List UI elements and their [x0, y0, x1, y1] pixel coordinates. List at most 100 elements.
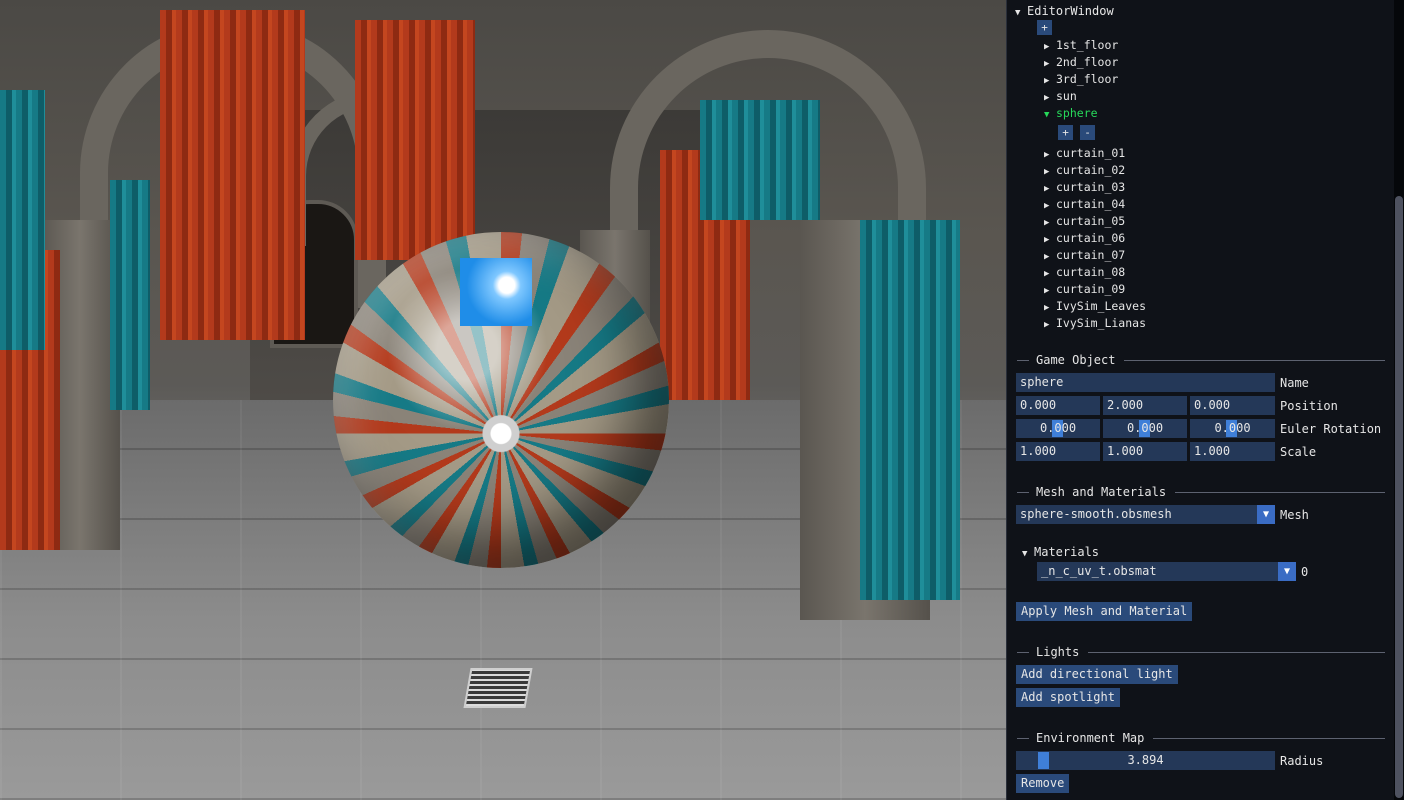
separator	[1153, 737, 1385, 739]
triangle-right-icon: ▶	[1044, 93, 1050, 103]
tree-item-label: curtain_05	[1056, 214, 1126, 228]
tree-item-curtain-03[interactable]: ▶ curtain_03	[1044, 180, 1125, 194]
combo-arrow-down-icon[interactable]: ▼	[1278, 562, 1296, 581]
scrollbar-thumb[interactable]	[1395, 196, 1403, 798]
add-root-object-button[interactable]: +	[1037, 20, 1052, 35]
section-title: Game Object	[1036, 353, 1116, 367]
tree-item-2nd-floor[interactable]: ▶ 2nd_floor	[1044, 55, 1118, 69]
add-directional-light-button[interactable]: Add directional light	[1016, 665, 1178, 684]
tree-item-label: 3rd_floor	[1056, 72, 1119, 86]
separator	[1017, 651, 1029, 653]
scale-z-input[interactable]: 1.000	[1190, 442, 1275, 461]
scale-y-input[interactable]: 1.000	[1103, 442, 1187, 461]
triangle-right-icon: ▶	[1044, 167, 1050, 177]
tree-item-label: curtain_04	[1056, 197, 1126, 211]
position-y-input[interactable]: 2.000	[1103, 396, 1187, 415]
tree-item-curtain-06[interactable]: ▶ curtain_06	[1044, 231, 1125, 245]
triangle-right-icon: ▶	[1044, 218, 1050, 228]
rotation-z-slider[interactable]: 0.000	[1190, 419, 1275, 438]
position-x-input[interactable]: 0.000	[1016, 396, 1100, 415]
curtain-teal-1	[0, 90, 45, 350]
tree-item-sun[interactable]: ▶ sun	[1044, 89, 1077, 103]
tree-item-sphere[interactable]: ▼ sphere	[1044, 106, 1098, 120]
radius-label: Radius	[1280, 754, 1324, 768]
remove-environment-map-button[interactable]: Remove	[1016, 774, 1070, 793]
triangle-right-icon: ▶	[1044, 150, 1050, 160]
tree-item-ivysim-leaves[interactable]: ▶ IvySim_Leaves	[1044, 299, 1146, 313]
material-combo[interactable]: _n_c_uv_t.obsmat ▼	[1037, 562, 1296, 581]
curtain-red-1	[160, 10, 305, 340]
remove-object-button[interactable]: -	[1080, 125, 1095, 140]
curtain-teal-4	[110, 180, 150, 410]
name-input[interactable]: sphere	[1016, 373, 1275, 392]
section-title: Mesh and Materials	[1036, 485, 1167, 499]
tree-item-curtain-04[interactable]: ▶ curtain_04	[1044, 197, 1125, 211]
tree-item-label: IvySim_Lianas	[1056, 316, 1147, 330]
material-index-label: 0	[1301, 565, 1309, 579]
triangle-right-icon: ▶	[1044, 59, 1050, 69]
tree-item-1st-floor[interactable]: ▶ 1st_floor	[1044, 38, 1118, 52]
triangle-right-icon: ▶	[1044, 320, 1050, 330]
triangle-right-icon: ▶	[1044, 252, 1050, 262]
separator	[1017, 491, 1029, 493]
section-title: Environment Map	[1036, 731, 1145, 745]
name-label: Name	[1280, 376, 1309, 390]
tree-item-label: curtain_08	[1056, 265, 1126, 279]
tree-item-label: curtain_02	[1056, 163, 1126, 177]
euler-rotation-label: Euler Rotation	[1280, 422, 1382, 436]
slider-grab[interactable]	[1038, 752, 1049, 769]
section-title: Lights	[1036, 645, 1080, 659]
triangle-right-icon: ▶	[1044, 303, 1050, 313]
add-child-button[interactable]: +	[1058, 125, 1073, 140]
apply-mesh-and-material-button[interactable]: Apply Mesh and Material	[1016, 602, 1193, 621]
position-label: Position	[1280, 399, 1338, 413]
triangle-right-icon: ▶	[1044, 201, 1050, 211]
sphere-sky-reflection	[460, 258, 532, 326]
floor-grate	[463, 668, 533, 708]
curtain-teal-2	[700, 100, 820, 220]
tree-item-curtain-01[interactable]: ▶ curtain_01	[1044, 146, 1125, 160]
tree-item-curtain-05[interactable]: ▶ curtain_05	[1044, 214, 1125, 228]
triangle-right-icon: ▶	[1044, 184, 1050, 194]
position-z-input[interactable]: 0.000	[1190, 396, 1275, 415]
rotation-x-slider[interactable]: 0.000	[1016, 419, 1100, 438]
triangle-down-icon: ▼	[1022, 549, 1028, 559]
radius-slider[interactable]: 3.894	[1016, 751, 1275, 770]
triangle-right-icon: ▶	[1044, 76, 1050, 86]
materials-header: Materials	[1034, 545, 1100, 559]
triangle-right-icon: ▶	[1044, 235, 1050, 245]
tree-item-ivysim-lianas[interactable]: ▶ IvySim_Lianas	[1044, 316, 1146, 330]
tree-item-label: curtain_06	[1056, 231, 1126, 245]
mesh-combo[interactable]: sphere-smooth.obsmesh ▼	[1016, 505, 1275, 524]
tree-item-curtain-02[interactable]: ▶ curtain_02	[1044, 163, 1125, 177]
combo-arrow-down-icon[interactable]: ▼	[1257, 505, 1275, 524]
section-lights: Lights	[1017, 644, 1385, 660]
materials-tree-node[interactable]: ▼ Materials	[1022, 545, 1099, 559]
triangle-down-icon: ▼	[1044, 110, 1050, 120]
editor-window-title: EditorWindow	[1027, 4, 1114, 18]
tree-item-3rd-floor[interactable]: ▶ 3rd_floor	[1044, 72, 1118, 86]
separator	[1175, 491, 1385, 493]
scene-viewport[interactable]	[0, 0, 1006, 800]
triangle-down-icon: ▼	[1015, 8, 1021, 18]
tree-item-label: sun	[1056, 89, 1077, 103]
panel-scrollbar[interactable]	[1394, 0, 1404, 800]
rotation-y-slider[interactable]: 0.000	[1103, 419, 1187, 438]
separator	[1088, 651, 1385, 653]
tree-item-label: 2nd_floor	[1056, 55, 1119, 69]
tree-item-curtain-09[interactable]: ▶ curtain_09	[1044, 282, 1125, 296]
tree-item-curtain-08[interactable]: ▶ curtain_08	[1044, 265, 1125, 279]
tree-item-label: sphere	[1056, 106, 1098, 120]
triangle-right-icon: ▶	[1044, 286, 1050, 296]
mesh-label: Mesh	[1280, 508, 1309, 522]
tree-item-label: curtain_01	[1056, 146, 1126, 160]
editor-window-titlebar[interactable]: ▼ EditorWindow	[1015, 4, 1114, 18]
separator	[1017, 359, 1029, 361]
add-spotlight-button[interactable]: Add spotlight	[1016, 688, 1120, 707]
section-environment-map: Environment Map	[1017, 730, 1385, 746]
scale-x-input[interactable]: 1.000	[1016, 442, 1100, 461]
tree-item-label: 1st_floor	[1056, 38, 1119, 52]
tree-item-curtain-07[interactable]: ▶ curtain_07	[1044, 248, 1125, 262]
triangle-right-icon: ▶	[1044, 269, 1050, 279]
curtain-teal-3	[860, 220, 960, 600]
